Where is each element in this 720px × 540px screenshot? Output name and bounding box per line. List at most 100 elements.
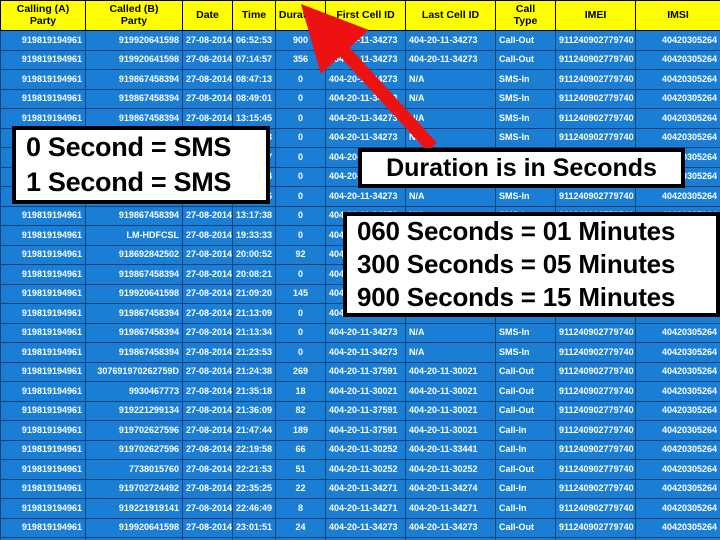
cell-time[interactable]: 21:24:38 xyxy=(232,361,276,382)
cell-duration[interactable]: 0 xyxy=(275,147,326,168)
cell-imei[interactable]: 911240902779740 xyxy=(555,517,636,538)
cell-imei[interactable]: 911240902779740 xyxy=(555,88,636,109)
table-row[interactable]: 919819194961 919867458394 27-08-2014 21:23:… xyxy=(0,342,720,363)
cell-duration[interactable]: 0 xyxy=(275,108,326,129)
cell-date[interactable]: 27-08-2014 xyxy=(182,322,233,343)
table-row[interactable]: 919819194961 919920641598 27-08-2014 07:14:… xyxy=(0,49,720,70)
cell-duration[interactable]: 189 xyxy=(275,420,326,441)
cell-last-cell-id[interactable]: 404-20-11-30021 xyxy=(405,400,496,421)
cell-imei[interactable]: 911240902779740 xyxy=(555,69,636,90)
table-row[interactable]: 919819194961 919867458394 27-08-2014 21:13:… xyxy=(0,322,720,343)
cell-last-cell-id[interactable]: 404-20-11-30021 xyxy=(405,420,496,441)
cell-duration[interactable]: 900 xyxy=(275,30,326,51)
cell-duration[interactable]: 66 xyxy=(275,439,326,460)
cell-called-party[interactable]: 919920641598 xyxy=(85,283,183,304)
cell-duration[interactable]: 356 xyxy=(275,49,326,70)
cell-last-cell-id[interactable]: 404-20-11-34273 xyxy=(405,517,496,538)
cell-called-party[interactable]: 919702627596 xyxy=(85,420,183,441)
cell-first-cell-id[interactable]: 404-20-11-34273 xyxy=(325,88,406,109)
cell-called-party[interactable]: 919920641598 xyxy=(85,517,183,538)
cell-imsi[interactable]: 40420305264 xyxy=(635,420,720,441)
cell-imei[interactable]: 911240902779740 xyxy=(555,381,636,402)
cell-calling-party[interactable]: 919819194961 xyxy=(0,361,86,382)
cell-imsi[interactable]: 40420305264 xyxy=(635,381,720,402)
cell-call-type[interactable]: SMS-In xyxy=(495,127,556,148)
cell-last-cell-id[interactable]: N/A xyxy=(405,322,496,343)
cell-first-cell-id[interactable]: 404-20-11-30252 xyxy=(325,459,406,480)
cell-called-party[interactable]: 307691970262759D xyxy=(85,361,183,382)
cell-called-party[interactable]: 919221919141 xyxy=(85,498,183,519)
cell-imei[interactable]: 911240902779740 xyxy=(555,49,636,70)
cell-call-type[interactable]: Call-In xyxy=(495,439,556,460)
cell-called-party[interactable]: 919867458394 xyxy=(85,205,183,226)
cell-imsi[interactable]: 40420305264 xyxy=(635,88,720,109)
cell-first-cell-id[interactable]: 404-20-11-34273 xyxy=(325,30,406,51)
cell-called-party[interactable]: 919867458394 xyxy=(85,342,183,363)
cell-call-type[interactable]: Call-Out xyxy=(495,30,556,51)
table-row[interactable]: 919819194961 9930467773 27-08-2014 21:35:18… xyxy=(0,381,720,402)
cell-call-type[interactable]: Call-Out xyxy=(495,361,556,382)
table-row[interactable]: 919819194961 919920641598 27-08-2014 06:52:… xyxy=(0,30,720,51)
cell-time[interactable]: 13:17:38 xyxy=(232,205,276,226)
cell-duration[interactable]: 145 xyxy=(275,283,326,304)
cell-last-cell-id[interactable]: N/A xyxy=(405,342,496,363)
cell-last-cell-id[interactable]: N/A xyxy=(405,127,496,148)
cell-calling-party[interactable]: 919819194961 xyxy=(0,400,86,421)
cell-called-party[interactable]: 919920641598 xyxy=(85,30,183,51)
cell-date[interactable]: 27-08-2014 xyxy=(182,49,233,70)
cell-call-type[interactable]: SMS-In xyxy=(495,88,556,109)
cell-first-cell-id[interactable]: 404-20-11-37591 xyxy=(325,400,406,421)
cell-calling-party[interactable]: 919819194961 xyxy=(0,342,86,363)
cell-date[interactable]: 27-08-2014 xyxy=(182,264,233,285)
cell-date[interactable]: 27-08-2014 xyxy=(182,225,233,246)
cell-duration[interactable]: 0 xyxy=(275,205,326,226)
cell-time[interactable]: 22:21:53 xyxy=(232,459,276,480)
cell-time[interactable]: 19:33:33 xyxy=(232,225,276,246)
cell-imsi[interactable]: 40420305264 xyxy=(635,459,720,480)
cell-imsi[interactable]: 40420305264 xyxy=(635,342,720,363)
cell-time[interactable]: 06:52:53 xyxy=(232,30,276,51)
cell-date[interactable]: 27-08-2014 xyxy=(182,342,233,363)
cell-call-type[interactable]: SMS-In xyxy=(495,186,556,207)
cell-duration[interactable]: 22 xyxy=(275,478,326,499)
cell-calling-party[interactable]: 919819194961 xyxy=(0,205,86,226)
cell-last-cell-id[interactable]: N/A xyxy=(405,186,496,207)
table-row[interactable]: 919819194961 7738015760 27-08-2014 22:21:53… xyxy=(0,459,720,480)
cell-imsi[interactable]: 40420305264 xyxy=(635,108,720,129)
cell-first-cell-id[interactable]: 404-20-11-37591 xyxy=(325,420,406,441)
cell-first-cell-id[interactable]: 404-20-11-34273 xyxy=(325,517,406,538)
table-row[interactable]: 919819194961 919221299134 27-08-2014 21:36:… xyxy=(0,400,720,421)
cell-time[interactable]: 07:14:57 xyxy=(232,49,276,70)
cell-first-cell-id[interactable]: 404-20-11-37591 xyxy=(325,361,406,382)
cell-duration[interactable]: 82 xyxy=(275,400,326,421)
cell-date[interactable]: 27-08-2014 xyxy=(182,439,233,460)
table-row[interactable]: 919819194961 919867458394 27-08-2014 08:47:… xyxy=(0,69,720,90)
cell-date[interactable]: 27-08-2014 xyxy=(182,420,233,441)
cell-calling-party[interactable]: 919819194961 xyxy=(0,264,86,285)
cell-duration[interactable]: 0 xyxy=(275,322,326,343)
cell-date[interactable]: 27-08-2014 xyxy=(182,30,233,51)
cell-last-cell-id[interactable]: 404-20-11-30021 xyxy=(405,381,496,402)
column-header-duration[interactable]: Duration xyxy=(275,0,326,31)
cell-duration[interactable]: 0 xyxy=(275,127,326,148)
cell-last-cell-id[interactable]: 404-20-11-34273 xyxy=(405,30,496,51)
cell-duration[interactable]: 0 xyxy=(275,186,326,207)
column-header-imsi[interactable]: IMSI xyxy=(635,0,720,31)
table-row[interactable]: 919819194961 919867458394 27-08-2014 08:49:… xyxy=(0,88,720,109)
cell-date[interactable]: 27-08-2014 xyxy=(182,69,233,90)
cell-imei[interactable]: 911240902779740 xyxy=(555,108,636,129)
cell-duration[interactable]: 0 xyxy=(275,69,326,90)
cell-imei[interactable]: 911240902779740 xyxy=(555,30,636,51)
cell-first-cell-id[interactable]: 404-20-11-34271 xyxy=(325,498,406,519)
cell-called-party[interactable]: 7738015760 xyxy=(85,459,183,480)
cell-date[interactable]: 27-08-2014 xyxy=(182,517,233,538)
cell-last-cell-id[interactable]: N/A xyxy=(405,88,496,109)
cell-duration[interactable]: 0 xyxy=(275,225,326,246)
cell-called-party[interactable]: 919867458394 xyxy=(85,88,183,109)
cell-imei[interactable]: 911240902779740 xyxy=(555,361,636,382)
cell-call-type[interactable]: Call-Out xyxy=(495,400,556,421)
cell-time[interactable]: 21:35:18 xyxy=(232,381,276,402)
table-row[interactable]: 919819194961 919702724492 27-08-2014 22:35:… xyxy=(0,478,720,499)
cell-first-cell-id[interactable]: 404-20-11-30252 xyxy=(325,439,406,460)
cell-calling-party[interactable]: 919819194961 xyxy=(0,381,86,402)
